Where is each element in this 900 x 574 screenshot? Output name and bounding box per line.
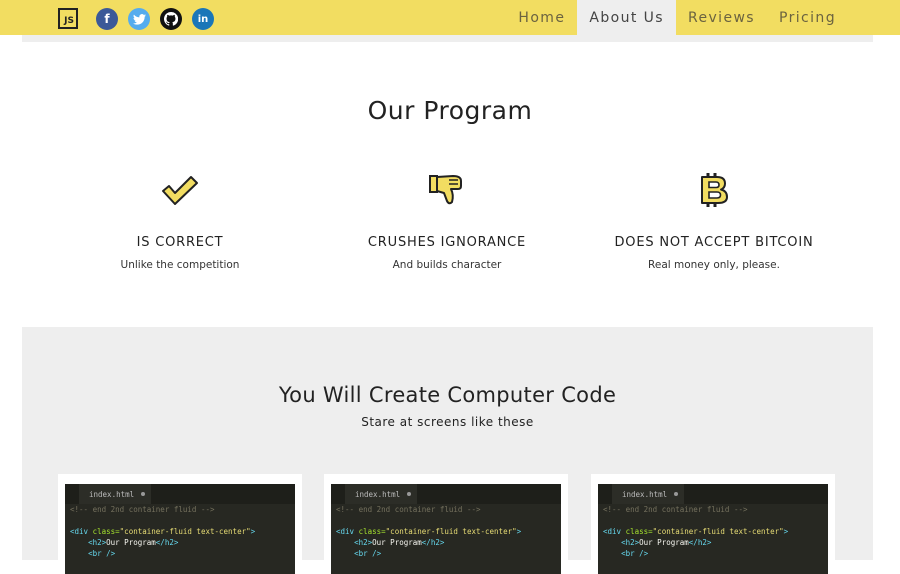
twitter-icon[interactable] (128, 8, 150, 30)
unsaved-dot-icon (407, 492, 411, 496)
code-line: <h2>Our Program</h2> (354, 538, 445, 547)
feature-is-correct: IS CORRECT Unlike the competition (60, 170, 300, 271)
code-line: <br /> (88, 549, 116, 558)
code-section-title: You Will Create Computer Code (278, 383, 617, 407)
editor-tabbar: index.html (331, 484, 561, 504)
nav-links: Home About Us Reviews Pricing (506, 0, 848, 35)
code-editor-screenshot: index.html <!-- end 2nd container fluid … (331, 484, 561, 574)
feature-subtitle: Real money only, please. (648, 259, 780, 271)
code-line: <div class="container-fluid text-center"… (336, 527, 522, 536)
feature-title: CRUSHES IGNORANCE (367, 235, 527, 250)
nav-pricing[interactable]: Pricing (767, 0, 848, 35)
code-line: <br /> (621, 549, 649, 558)
navbar: JS f in Home About Us Reviews Pricing (0, 0, 900, 35)
code-editor-screenshot: index.html <!-- end 2nd container fluid … (598, 484, 828, 574)
code-line: <!-- end 2nd container fluid --> (336, 505, 481, 514)
facebook-icon[interactable]: f (96, 8, 118, 30)
program-title: Our Program (367, 96, 533, 125)
editor-tab-label: index.html (355, 489, 401, 499)
feature-subtitle: Unlike the competition (120, 259, 240, 271)
brand-logo[interactable]: JS (58, 8, 78, 29)
code-section: You Will Create Computer Code Stare at s… (22, 327, 873, 574)
editor-tabbar: index.html (598, 484, 828, 504)
nav-reviews[interactable]: Reviews (676, 0, 767, 35)
code-line: <div class="container-fluid text-center"… (603, 527, 789, 536)
section-divider (22, 35, 873, 42)
code-line: <h2>Our Program</h2> (88, 538, 179, 547)
code-line: <br /> (354, 549, 382, 558)
code-line: <h2>Our Program</h2> (621, 538, 712, 547)
code-section-subtitle: Stare at screens like these (361, 415, 534, 429)
bitcoin-icon (594, 170, 834, 210)
nav-home[interactable]: Home (506, 0, 577, 35)
code-line: <!-- end 2nd container fluid --> (603, 505, 748, 514)
code-screenshot-card: index.html <!-- end 2nd container fluid … (591, 474, 835, 574)
code-editor-screenshot: index.html <!-- end 2nd container fluid … (65, 484, 295, 574)
feature-crushes-ignorance: CRUSHES IGNORANCE And builds character (327, 170, 567, 271)
code-screenshot-card: index.html <!-- end 2nd container fluid … (324, 474, 568, 574)
unsaved-dot-icon (674, 492, 678, 496)
feature-subtitle: And builds character (392, 259, 502, 271)
thumbs-down-icon (327, 170, 567, 210)
github-icon[interactable] (160, 8, 182, 30)
editor-tab-label: index.html (622, 489, 668, 499)
code-line: <div class="container-fluid text-center"… (70, 527, 256, 536)
code-screenshot-card: index.html <!-- end 2nd container fluid … (58, 474, 302, 574)
editor-tabbar: index.html (65, 484, 295, 504)
feature-does-not-accept-bitcoin: DOES NOT ACCEPT BITCOIN Real money only,… (594, 170, 834, 271)
linkedin-icon[interactable]: in (192, 8, 214, 30)
editor-tab-label: index.html (89, 489, 135, 499)
unsaved-dot-icon (141, 492, 145, 496)
nav-about-us[interactable]: About Us (577, 0, 676, 35)
feature-title: DOES NOT ACCEPT BITCOIN (614, 235, 814, 250)
feature-title: IS CORRECT (136, 235, 224, 250)
brand-logo-text: JS (64, 16, 74, 26)
checkmark-icon (60, 170, 300, 210)
code-line: <!-- end 2nd container fluid --> (70, 505, 215, 514)
